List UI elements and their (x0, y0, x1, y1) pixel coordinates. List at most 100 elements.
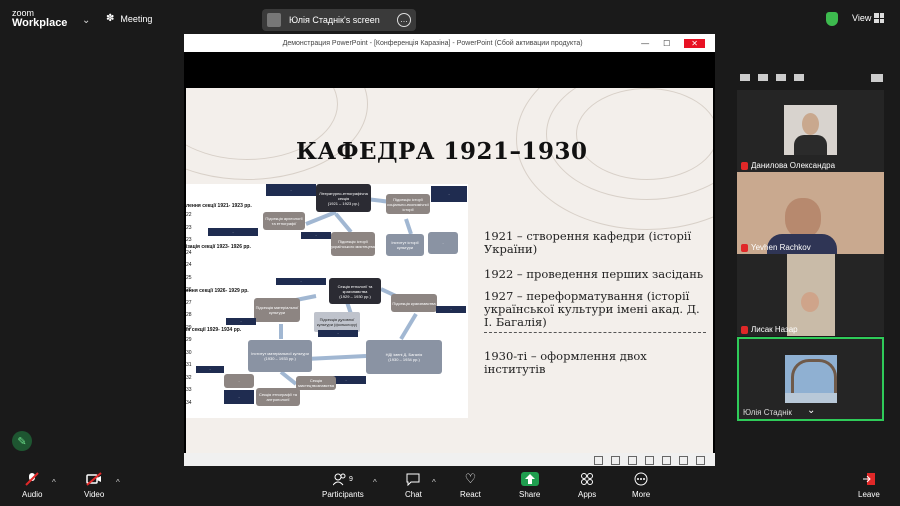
participant-tile[interactable]: Данилова Олександра (737, 90, 884, 172)
annotation-box: · (436, 306, 466, 313)
mic-muted-icon (24, 472, 40, 486)
participants-button[interactable]: 9 Participants (322, 472, 364, 499)
row-number: 23 (186, 237, 192, 243)
strip-view-icon[interactable] (776, 74, 786, 81)
participant-name: Yevhen Rachkov (741, 243, 811, 252)
view-grid-icon[interactable] (874, 13, 884, 23)
share-screen-icon (520, 472, 539, 486)
diagram-box-ethno: Підсекція археології та етнографії (263, 212, 305, 230)
annotation-box: · (266, 184, 316, 196)
apps-button[interactable]: Apps (578, 472, 596, 499)
encryption-shield-icon[interactable] (826, 12, 838, 26)
share-button[interactable]: Share (519, 472, 540, 499)
next-slide-icon[interactable] (628, 455, 637, 465)
meeting-button[interactable]: ✽ Meeting (106, 13, 152, 24)
video-off-icon (86, 472, 102, 486)
more-icon (633, 472, 649, 486)
react-button[interactable]: ♡ React (460, 471, 481, 499)
chat-options-caret[interactable]: ^ (432, 478, 436, 487)
meeting-label: Meeting (120, 13, 153, 24)
annotation-box: · (224, 390, 254, 404)
view-button[interactable]: View (852, 13, 871, 23)
org-diagram: лення секції 1921- 1923 рр. ізація секці… (186, 184, 468, 418)
diagram-box-kraj: Підсекція краєзнавства (391, 294, 437, 312)
diagram-box-lit: Літературно-етнографічна секція (1921 – 1… (316, 184, 371, 212)
chevron-down-icon[interactable]: ⌄ (82, 15, 90, 26)
reading-view-icon[interactable] (662, 455, 671, 465)
row-number: 28 (186, 312, 192, 318)
workplace-logo-text: Workplace (12, 17, 68, 29)
annotation-box: · (224, 374, 254, 388)
screen-share-pill[interactable]: Юлія Стаднік's screen … (262, 9, 416, 31)
slide: КАФЕДРА 1921–1930 лення секції 1921- 192… (186, 88, 713, 453)
annotation-box: · (301, 232, 331, 239)
participants-options-caret[interactable]: ^ (373, 478, 377, 487)
row-number: 34 (186, 399, 192, 406)
audio-options-caret[interactable]: ^ (52, 478, 56, 487)
participant-tile-active-speaker[interactable]: Юлія Стаднік ⌄ (737, 337, 884, 421)
prev-slide-icon[interactable] (594, 455, 603, 465)
bullet-1: 1921 – створення кафедри (історії Україн… (484, 229, 692, 256)
diagram-box-ethno2: Секція етнографії та антропології (256, 388, 300, 406)
annotation-box: · (431, 186, 467, 202)
mic-muted-icon (741, 243, 748, 252)
row-number: 26 (186, 287, 192, 293)
sharer-avatar-icon (267, 13, 281, 27)
leave-button[interactable]: Leave (858, 472, 880, 499)
annotation-box: · (196, 366, 224, 373)
more-options-icon[interactable]: … (397, 13, 411, 27)
video-button[interactable]: Video (84, 472, 104, 499)
row-number: 33 (186, 387, 192, 393)
row-number: 29 (186, 324, 192, 331)
normal-view-icon[interactable] (645, 455, 654, 465)
diagram-box-inst-mat: Інститут матеріальної культури (1930 – 19… (248, 340, 312, 372)
fit-icon[interactable] (696, 455, 705, 465)
side-by-side-icon[interactable] (871, 74, 883, 82)
video-options-caret[interactable]: ^ (116, 478, 120, 487)
participant-tile[interactable]: Лисак Назар (737, 254, 884, 336)
chevron-down-icon[interactable]: ⌄ (807, 405, 815, 416)
grid-view-icon[interactable] (794, 74, 804, 81)
leave-icon (861, 472, 877, 486)
section-label-4: ія секції 1929- 1934 рр. (186, 327, 242, 333)
audio-button[interactable]: Audio (22, 472, 42, 499)
chat-button[interactable]: Chat (405, 472, 422, 499)
slide-sorter-icon[interactable] (611, 455, 620, 465)
diagram-box-art: Секція мистецтвознавства (296, 376, 336, 390)
row-number: 25 (186, 274, 192, 281)
participants-icon: 9 (329, 472, 357, 486)
annotation-box: · (276, 278, 326, 285)
bullet-2: 1922 – проведення перших засідань (484, 267, 704, 281)
screen-share-label: Юлія Стаднік's screen (289, 15, 380, 25)
row-number: 32 (186, 374, 192, 381)
section-label-3: ення секції 1926- 1929 рр. (186, 288, 249, 294)
row-number: 31 (186, 362, 192, 368)
more-button[interactable]: More (632, 472, 650, 499)
ppt-status-bar (184, 453, 715, 467)
dashed-divider (484, 332, 706, 333)
annotation-box: · (318, 330, 358, 337)
row-number: 24 (186, 249, 192, 256)
row-number: 30 (186, 349, 192, 356)
minimize-icon[interactable]: — (641, 39, 649, 48)
powerpoint-window: Демонстрация PowerPoint - [Конференція К… (184, 34, 715, 467)
maximize-icon[interactable]: ☐ (663, 39, 670, 48)
hide-self-icon[interactable] (740, 74, 750, 81)
participant-tile[interactable]: Yevhen Rachkov (737, 172, 884, 254)
participant-name: Лисак Назар (741, 325, 798, 334)
bullet-4: 1930-ті – оформлення двох інститутів (484, 349, 647, 376)
bullet-3: 1927 – переформатування (історії українс… (484, 289, 700, 329)
apps-icon (579, 472, 595, 486)
ppt-window-title: Демонстрация PowerPoint - [Конференція К… (282, 39, 583, 47)
minimize-gallery-icon[interactable] (758, 74, 768, 81)
annotation-box: · (226, 318, 256, 325)
annotate-pencil-icon[interactable]: ✎ (12, 431, 32, 451)
close-icon[interactable]: ✕ (684, 38, 705, 48)
participant-video (737, 172, 884, 254)
participants-count: 9 (348, 475, 353, 483)
row-number: 22 (186, 212, 192, 218)
slideshow-icon[interactable] (679, 455, 688, 465)
meeting-toolbar: Audio ^ Video ^ 9 Participants ^ Chat ^ … (0, 466, 900, 506)
diagram-box-inst: Інститут історії культури (386, 234, 424, 256)
diagram-box-ethnic: Секція етнології та краєзнавства (1929 – … (329, 278, 381, 304)
